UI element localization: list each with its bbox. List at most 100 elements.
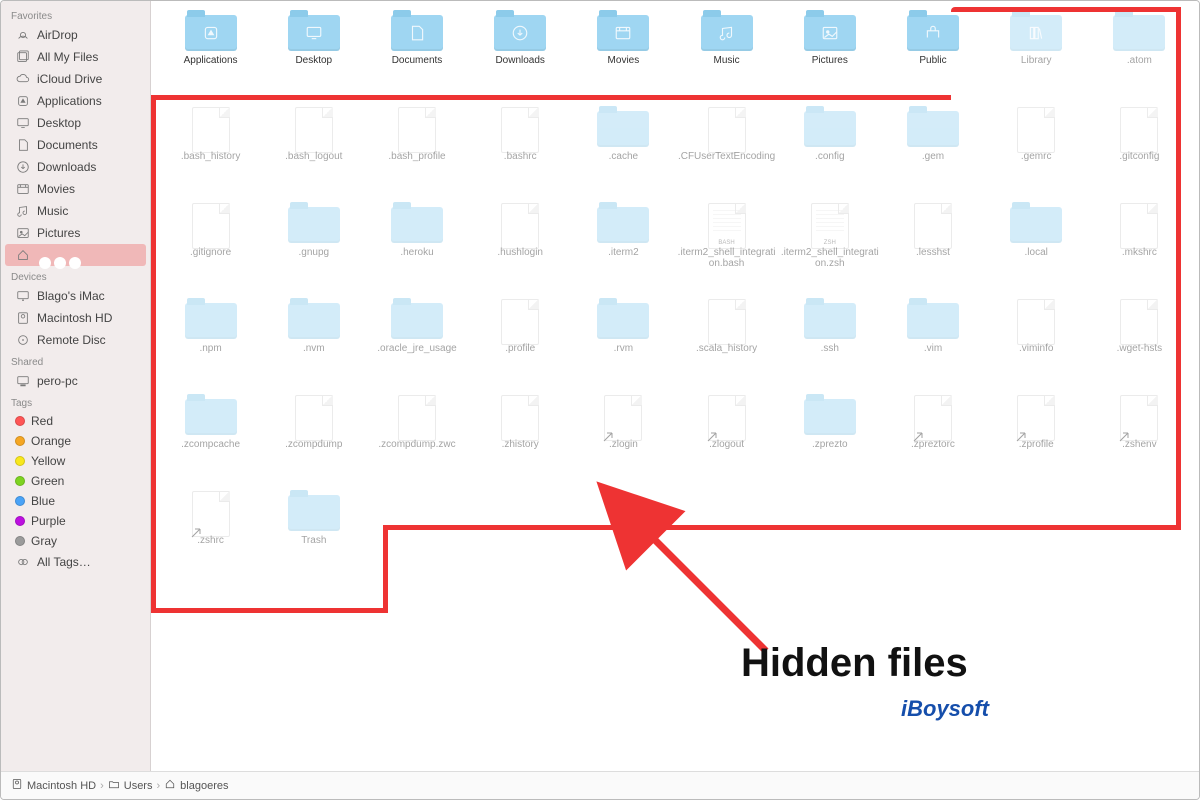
file-icon <box>1120 299 1158 345</box>
folder-item[interactable]: .zprezto <box>780 395 879 485</box>
path-segment-label: Users <box>124 780 153 792</box>
file-icon: ZSH <box>811 203 849 249</box>
file-item[interactable]: .bash_logout <box>264 107 363 197</box>
sidebar-item[interactable]: Music <box>1 200 150 222</box>
sidebar-item[interactable]: Remote Disc <box>1 329 150 351</box>
sidebar-item[interactable]: Purple <box>1 511 150 531</box>
sidebar-item[interactable]: Pictures <box>1 222 150 244</box>
folder-item[interactable]: .vim <box>883 299 982 389</box>
sidebar-item[interactable]: Downloads <box>1 156 150 178</box>
folder-item[interactable]: .config <box>780 107 879 197</box>
file-icon <box>501 107 539 153</box>
folder-icon <box>804 111 856 147</box>
folder-item[interactable]: Pictures <box>780 11 879 101</box>
folder-item[interactable]: .iterm2 <box>574 203 673 293</box>
file-item[interactable]: .gitconfig <box>1090 107 1189 197</box>
item-label: .iterm2_shell_integration.bash <box>677 247 776 269</box>
sidebar-item[interactable]: Orange <box>1 431 150 451</box>
sidebar-item[interactable]: Green <box>1 471 150 491</box>
path-segment[interactable]: Macintosh HD <box>11 778 96 793</box>
folder-item[interactable]: .cache <box>574 107 673 197</box>
sidebar-item[interactable]: Macintosh HD <box>1 307 150 329</box>
folder-item[interactable]: Documents <box>367 11 466 101</box>
sidebar-item-label: iCloud Drive <box>37 72 102 86</box>
sidebar-item[interactable]: All Tags… <box>1 551 150 573</box>
sidebar-item[interactable]: Documents <box>1 134 150 156</box>
sidebar-item[interactable]: All My Files <box>1 46 150 68</box>
folder-item[interactable]: Downloads <box>471 11 570 101</box>
sidebar-item[interactable]: Gray <box>1 531 150 551</box>
folder-item[interactable]: Library <box>987 11 1086 101</box>
file-item[interactable]: .viminfo <box>987 299 1086 389</box>
sidebar-item[interactable]: Applications <box>1 90 150 112</box>
item-label: Pictures <box>812 55 848 66</box>
sidebar-section-header: Favorites <box>1 5 150 24</box>
file-item[interactable]: .zcompdump <box>264 395 363 485</box>
tag-dot-icon <box>15 496 25 506</box>
folder-item[interactable]: .zcompcache <box>161 395 260 485</box>
path-segment[interactable]: blagoeres <box>164 778 228 793</box>
file-icon <box>295 395 333 441</box>
file-item[interactable]: .scala_history <box>677 299 776 389</box>
folder-item[interactable]: .local <box>987 203 1086 293</box>
sidebar-item-label: Red <box>31 414 53 428</box>
sidebar-item[interactable]: AirDrop <box>1 24 150 46</box>
folder-item[interactable]: Music <box>677 11 776 101</box>
file-item[interactable]: ZSH.iterm2_shell_integration.zsh <box>780 203 879 293</box>
file-item[interactable]: .profile <box>471 299 570 389</box>
folder-item[interactable]: Desktop <box>264 11 363 101</box>
file-icon <box>708 107 746 153</box>
file-item[interactable]: .bashrc <box>471 107 570 197</box>
folder-icon <box>391 15 443 51</box>
sidebar-item-label: Blue <box>31 494 55 508</box>
file-item[interactable]: .zlogin <box>574 395 673 485</box>
sidebar-item-label: Green <box>31 474 64 488</box>
file-item[interactable]: .bash_profile <box>367 107 466 197</box>
sidebar-item[interactable]: Blue <box>1 491 150 511</box>
sidebar-item[interactable]: Blago's iMac <box>1 285 150 307</box>
file-item[interactable]: .zpreztorc <box>883 395 982 485</box>
file-item[interactable]: .wget-hsts <box>1090 299 1189 389</box>
sidebar-item[interactable]: Movies <box>1 178 150 200</box>
file-item[interactable]: .zcompdump.zwc <box>367 395 466 485</box>
item-label: Library <box>1021 55 1052 66</box>
folder-item[interactable]: .gem <box>883 107 982 197</box>
folder-item[interactable]: .rvm <box>574 299 673 389</box>
sidebar-item[interactable]: iCloud Drive <box>1 68 150 90</box>
file-item[interactable]: BASH.iterm2_shell_integration.bash <box>677 203 776 293</box>
sidebar-item[interactable]: Yellow <box>1 451 150 471</box>
watermark: iBoysoft <box>901 696 989 722</box>
file-item[interactable]: .CFUserTextEncoding <box>677 107 776 197</box>
item-label: .rvm <box>614 343 633 354</box>
file-item[interactable]: .zshrc <box>161 491 260 581</box>
file-item[interactable]: .hushlogin <box>471 203 570 293</box>
folder-item[interactable]: .nvm <box>264 299 363 389</box>
file-item[interactable]: .gemrc <box>987 107 1086 197</box>
file-item[interactable]: .zhistory <box>471 395 570 485</box>
folder-item[interactable]: Applications <box>161 11 260 101</box>
sidebar-item[interactable]: pero-pc <box>1 370 150 392</box>
sidebar-item[interactable]: Red <box>1 411 150 431</box>
file-item[interactable]: .lesshst <box>883 203 982 293</box>
folder-icon <box>1113 15 1165 51</box>
folder-item[interactable]: Movies <box>574 11 673 101</box>
folder-item[interactable]: .atom <box>1090 11 1189 101</box>
folder-item[interactable]: Trash <box>264 491 363 581</box>
folder-icon <box>391 303 443 339</box>
remotedisc-icon <box>15 332 31 348</box>
path-segment[interactable]: Users <box>108 778 153 793</box>
folder-item[interactable]: .ssh <box>780 299 879 389</box>
folder-item[interactable]: .heroku <box>367 203 466 293</box>
file-item[interactable]: .mkshrc <box>1090 203 1189 293</box>
sidebar-item[interactable]: Desktop <box>1 112 150 134</box>
file-item[interactable]: .gitignore <box>161 203 260 293</box>
file-item[interactable]: .zlogout <box>677 395 776 485</box>
item-label: Music <box>714 55 740 66</box>
folder-item[interactable]: .npm <box>161 299 260 389</box>
folder-item[interactable]: .gnupg <box>264 203 363 293</box>
file-item[interactable]: .bash_history <box>161 107 260 197</box>
file-item[interactable]: .zprofile <box>987 395 1086 485</box>
folder-item[interactable]: Public <box>883 11 982 101</box>
folder-item[interactable]: .oracle_jre_usage <box>367 299 466 389</box>
file-item[interactable]: .zshenv <box>1090 395 1189 485</box>
